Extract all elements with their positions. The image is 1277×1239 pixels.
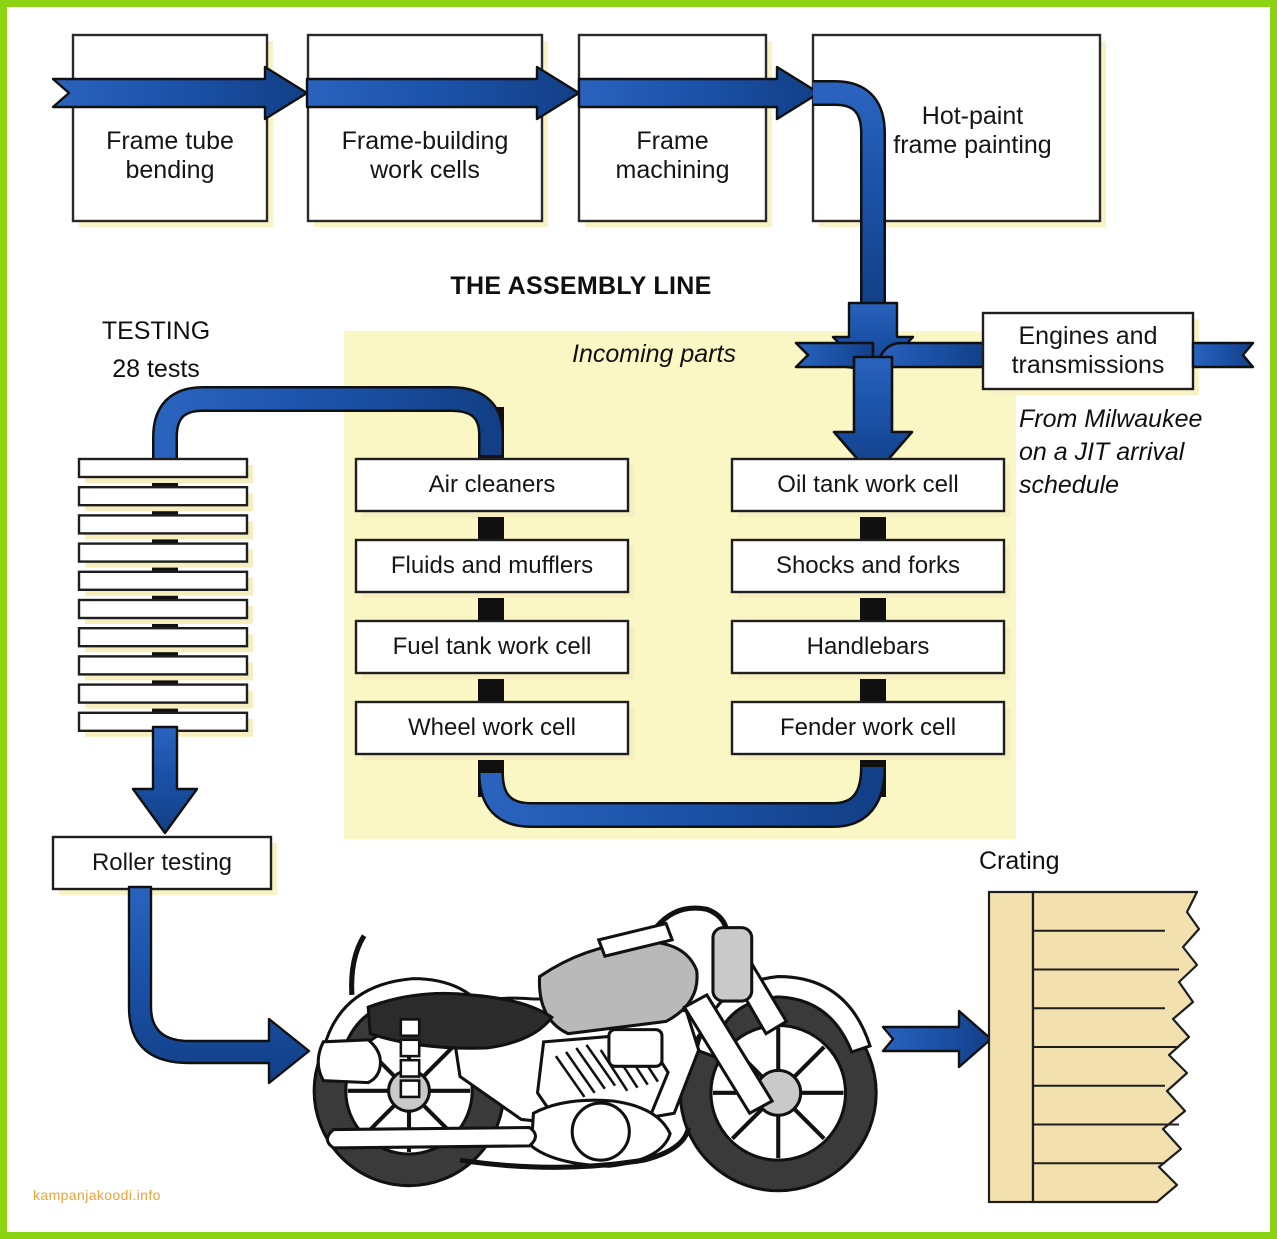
test-bar — [77, 627, 249, 648]
engines-input-tail — [1191, 341, 1255, 369]
engines-note-line2: on a JIT arrival — [1019, 438, 1185, 466]
incoming-parts-label: Incoming parts — [572, 340, 736, 368]
roller-to-product-arrow — [127, 885, 311, 1085]
engines-box-rect — [981, 311, 1195, 391]
test-bar — [77, 542, 249, 563]
roller-testing-box-rect — [51, 835, 273, 891]
test-bar — [77, 683, 249, 704]
engines-note-line3: schedule — [1019, 471, 1120, 499]
testing-to-roller-arrow — [131, 725, 199, 835]
engines-note-line1: From Milwaukee — [1019, 405, 1203, 433]
crating-label: Crating — [979, 847, 1060, 875]
diagram-canvas — [51, 33, 1255, 1204]
product-to-crating-arrow — [881, 1009, 993, 1069]
testing-heading: TESTING — [101, 317, 211, 345]
motorcycle-illustration — [312, 905, 878, 1193]
frame-step-boxes — [71, 33, 1102, 223]
assembly-line-title: THE ASSEMBLY LINE — [450, 272, 712, 300]
test-bar — [77, 655, 249, 676]
crating-illustration — [987, 890, 1201, 1204]
test-bar — [77, 486, 249, 507]
watermark: kampanjakoodi.info — [33, 1187, 161, 1203]
test-bar — [77, 514, 249, 535]
test-bar — [77, 570, 249, 591]
test-bar — [77, 457, 249, 479]
test-bar — [77, 598, 249, 620]
diagram-frame: Frame tube bending Frame-building work cel… — [0, 0, 1277, 1239]
diagram-stage: Frame tube bending Frame-building work cel… — [7, 7, 1270, 1232]
testing-subheading: 28 tests — [112, 355, 200, 383]
